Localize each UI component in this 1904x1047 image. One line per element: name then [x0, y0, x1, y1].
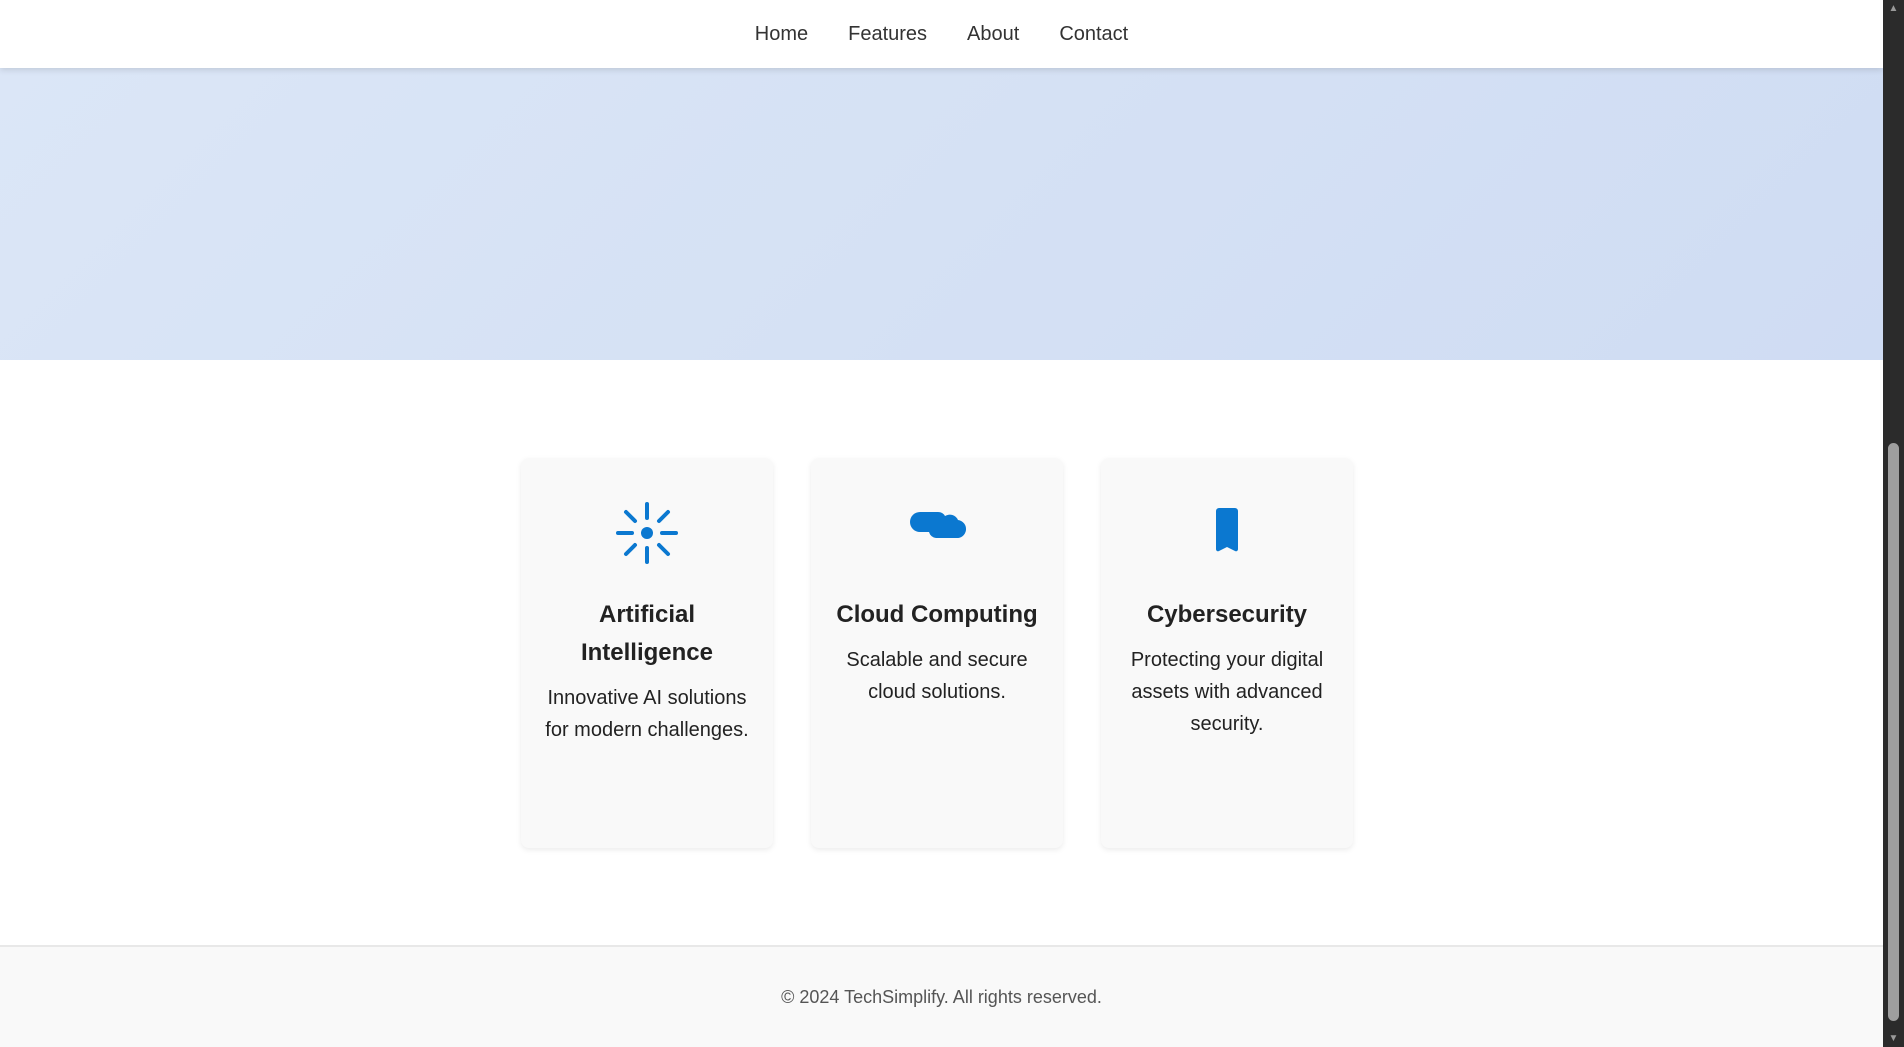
feature-description: Protecting your digital assets with adva… [1130, 649, 1324, 735]
feature-title: Cloud Computing [836, 601, 1038, 628]
bookmark-icon [1215, 508, 1239, 552]
top-navigation: Home Features About Contact [0, 0, 1883, 68]
feature-card-security: Cybersecurity Protecting your digital as… [1101, 458, 1353, 848]
nav-list: Home Features About Contact [735, 0, 1149, 68]
feature-title: Artificial Intelligence [580, 601, 714, 666]
scroll-up-arrow-icon[interactable]: ▲ [1883, 0, 1904, 17]
hero-section [0, 68, 1883, 360]
feature-title: Cybersecurity [1146, 601, 1308, 628]
sun-burst-icon [616, 502, 678, 564]
feature-description: Innovative AI solutions for modern chall… [545, 687, 749, 741]
feature-card-cloud: Cloud Computing Scalable and secure clou… [811, 458, 1063, 848]
nav-link-features[interactable]: Features [828, 0, 947, 68]
features-section: Artificial Intelligence Innovative AI so… [0, 360, 1883, 945]
cloud-icon [910, 511, 967, 539]
footer: © 2024 TechSimplify. All rights reserved… [0, 945, 1883, 1047]
nav-link-contact[interactable]: Contact [1039, 0, 1148, 68]
feature-cards: Artificial Intelligence Innovative AI so… [521, 458, 1353, 848]
scrollbar-thumb[interactable] [1888, 443, 1899, 1021]
nav-link-about[interactable]: About [947, 0, 1039, 68]
vertical-scrollbar[interactable]: ▲ ▼ [1883, 0, 1904, 1047]
nav-link-home[interactable]: Home [735, 0, 828, 68]
page: Home Features About Contact Artificial I… [0, 0, 1883, 1047]
copyright-text: © 2024 TechSimplify. All rights reserved… [781, 987, 1102, 1007]
feature-card-ai: Artificial Intelligence Innovative AI so… [521, 458, 773, 848]
scroll-down-arrow-icon[interactable]: ▼ [1883, 1030, 1904, 1047]
feature-description: Scalable and secure cloud solutions. [846, 649, 1028, 703]
